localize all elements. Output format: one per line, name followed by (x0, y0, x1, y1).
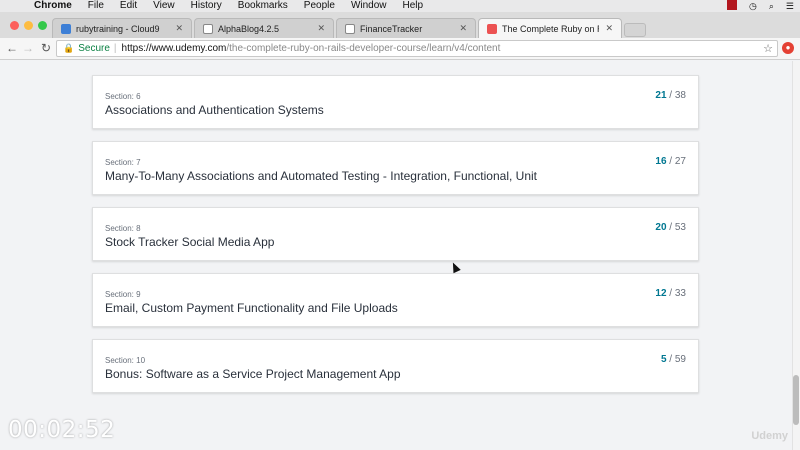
section-card[interactable]: Section: 9 Email, Custom Payment Functio… (92, 273, 699, 327)
page-favicon-icon (345, 23, 355, 34)
tab-title: FinanceTracker (360, 23, 423, 34)
udemy-watermark: Udemy (751, 430, 788, 442)
close-tab-icon[interactable]: ✕ (459, 23, 467, 34)
section-number: Section: 7 (105, 158, 141, 167)
completed-count: 21 (655, 90, 667, 101)
extension-icon[interactable]: ● (782, 42, 794, 54)
window-controls (10, 21, 52, 30)
completed-count: 20 (655, 222, 667, 233)
zoom-window-icon[interactable] (38, 21, 47, 30)
tab-financetracker[interactable]: FinanceTracker ✕ (336, 18, 476, 38)
menu-view[interactable]: View (153, 0, 175, 12)
section-progress: 5 / 59 (661, 354, 686, 365)
browser-toolbar: ← → ↻ 🔒 Secure | https://www.udemy.com/t… (0, 38, 800, 60)
forward-arrow-icon[interactable]: → (20, 40, 36, 56)
tab-cloud9[interactable]: rubytraining - Cloud9 ✕ (52, 18, 192, 38)
section-number: Section: 8 (105, 224, 141, 233)
apple-icon[interactable] (12, 1, 22, 11)
section-title: Many-To-Many Associations and Automated … (105, 169, 538, 183)
address-separator: | (113, 43, 117, 54)
tab-alphablog[interactable]: AlphaBlog4.2.5 ✕ (194, 18, 334, 38)
tab-title: The Complete Ruby on Rails D (502, 23, 599, 34)
menu-status-area: ◷ ⌕ ☰ (721, 0, 800, 12)
total-count: / 59 (666, 354, 686, 365)
menu-app-name[interactable]: Chrome (34, 0, 72, 12)
section-number: Section: 9 (105, 290, 141, 299)
secure-label: Secure (78, 43, 110, 54)
macos-menu-bar: Chrome File Edit View History Bookmarks … (0, 0, 800, 12)
completed-count: 12 (655, 288, 667, 299)
menu-history[interactable]: History (191, 0, 222, 12)
notification-list-icon[interactable]: ☰ (786, 0, 794, 12)
new-tab-button[interactable] (624, 23, 646, 37)
reload-icon[interactable]: ↻ (38, 40, 54, 56)
menu-edit[interactable]: Edit (120, 0, 137, 12)
minimize-window-icon[interactable] (24, 21, 33, 30)
section-progress: 16 / 27 (655, 156, 686, 167)
close-tab-icon[interactable]: ✕ (605, 23, 613, 34)
url-domain: https://www.udemy.com (121, 43, 227, 54)
section-progress: 20 / 53 (655, 222, 686, 233)
total-count: / 53 (666, 222, 686, 233)
url-path: /the-complete-ruby-on-rails-developer-co… (226, 43, 501, 54)
close-tab-icon[interactable]: ✕ (175, 23, 183, 34)
section-card[interactable]: Section: 8 Stock Tracker Social Media Ap… (92, 207, 699, 261)
browser-tab-strip: rubytraining - Cloud9 ✕ AlphaBlog4.2.5 ✕… (0, 12, 800, 38)
record-icon[interactable] (727, 0, 738, 13)
video-timer: 00:02:52 (8, 417, 116, 443)
course-content-area: Section: 6 Associations and Authenticati… (0, 61, 792, 450)
tab-title: rubytraining - Cloud9 (76, 23, 160, 34)
menu-file[interactable]: File (88, 0, 104, 12)
search-icon[interactable]: ⌕ (769, 0, 774, 12)
tab-title: AlphaBlog4.2.5 (218, 23, 280, 34)
section-number: Section: 10 (105, 356, 146, 365)
total-count: / 38 (666, 90, 686, 101)
close-tab-icon[interactable]: ✕ (317, 23, 325, 34)
section-title: Associations and Authentication Systems (105, 103, 324, 117)
tab-udemy-course[interactable]: The Complete Ruby on Rails D ✕ (478, 18, 622, 38)
address-bar[interactable]: 🔒 Secure | https://www.udemy.com/the-com… (56, 40, 778, 57)
menu-help[interactable]: Help (403, 0, 424, 12)
section-progress: 21 / 38 (655, 90, 686, 101)
close-window-icon[interactable] (10, 21, 19, 30)
clock-icon[interactable]: ◷ (749, 0, 757, 12)
udemy-favicon-icon (487, 23, 497, 34)
bookmark-star-icon[interactable]: ☆ (763, 42, 773, 55)
page-favicon-icon (203, 23, 213, 34)
completed-count: 16 (655, 156, 667, 167)
section-card[interactable]: Section: 7 Many-To-Many Associations and… (92, 141, 699, 195)
section-title: Email, Custom Payment Functionality and … (105, 301, 398, 315)
cloud9-favicon-icon (61, 23, 71, 34)
menu-people[interactable]: People (304, 0, 335, 12)
menu-window[interactable]: Window (351, 0, 387, 12)
menu-bookmarks[interactable]: Bookmarks (238, 0, 288, 12)
back-arrow-icon[interactable]: ← (4, 40, 20, 56)
section-card[interactable]: Section: 10 Bonus: Software as a Service… (92, 339, 699, 393)
section-card[interactable]: Section: 6 Associations and Authenticati… (92, 75, 699, 129)
section-number: Section: 6 (105, 92, 141, 101)
total-count: / 27 (666, 156, 686, 167)
scrollbar-thumb[interactable] (793, 375, 799, 425)
section-title: Bonus: Software as a Service Project Man… (105, 367, 401, 381)
section-title: Stock Tracker Social Media App (105, 235, 275, 249)
section-progress: 12 / 33 (655, 288, 686, 299)
lock-icon: 🔒 (63, 43, 75, 53)
total-count: / 33 (666, 288, 686, 299)
